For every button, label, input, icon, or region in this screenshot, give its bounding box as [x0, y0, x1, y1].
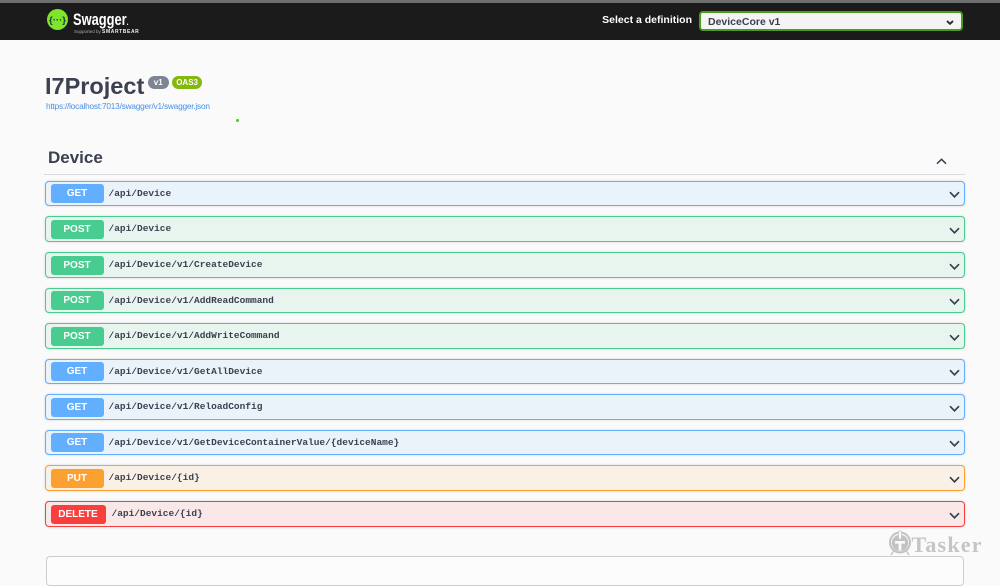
- svg-text:{···}: {···}: [49, 15, 66, 26]
